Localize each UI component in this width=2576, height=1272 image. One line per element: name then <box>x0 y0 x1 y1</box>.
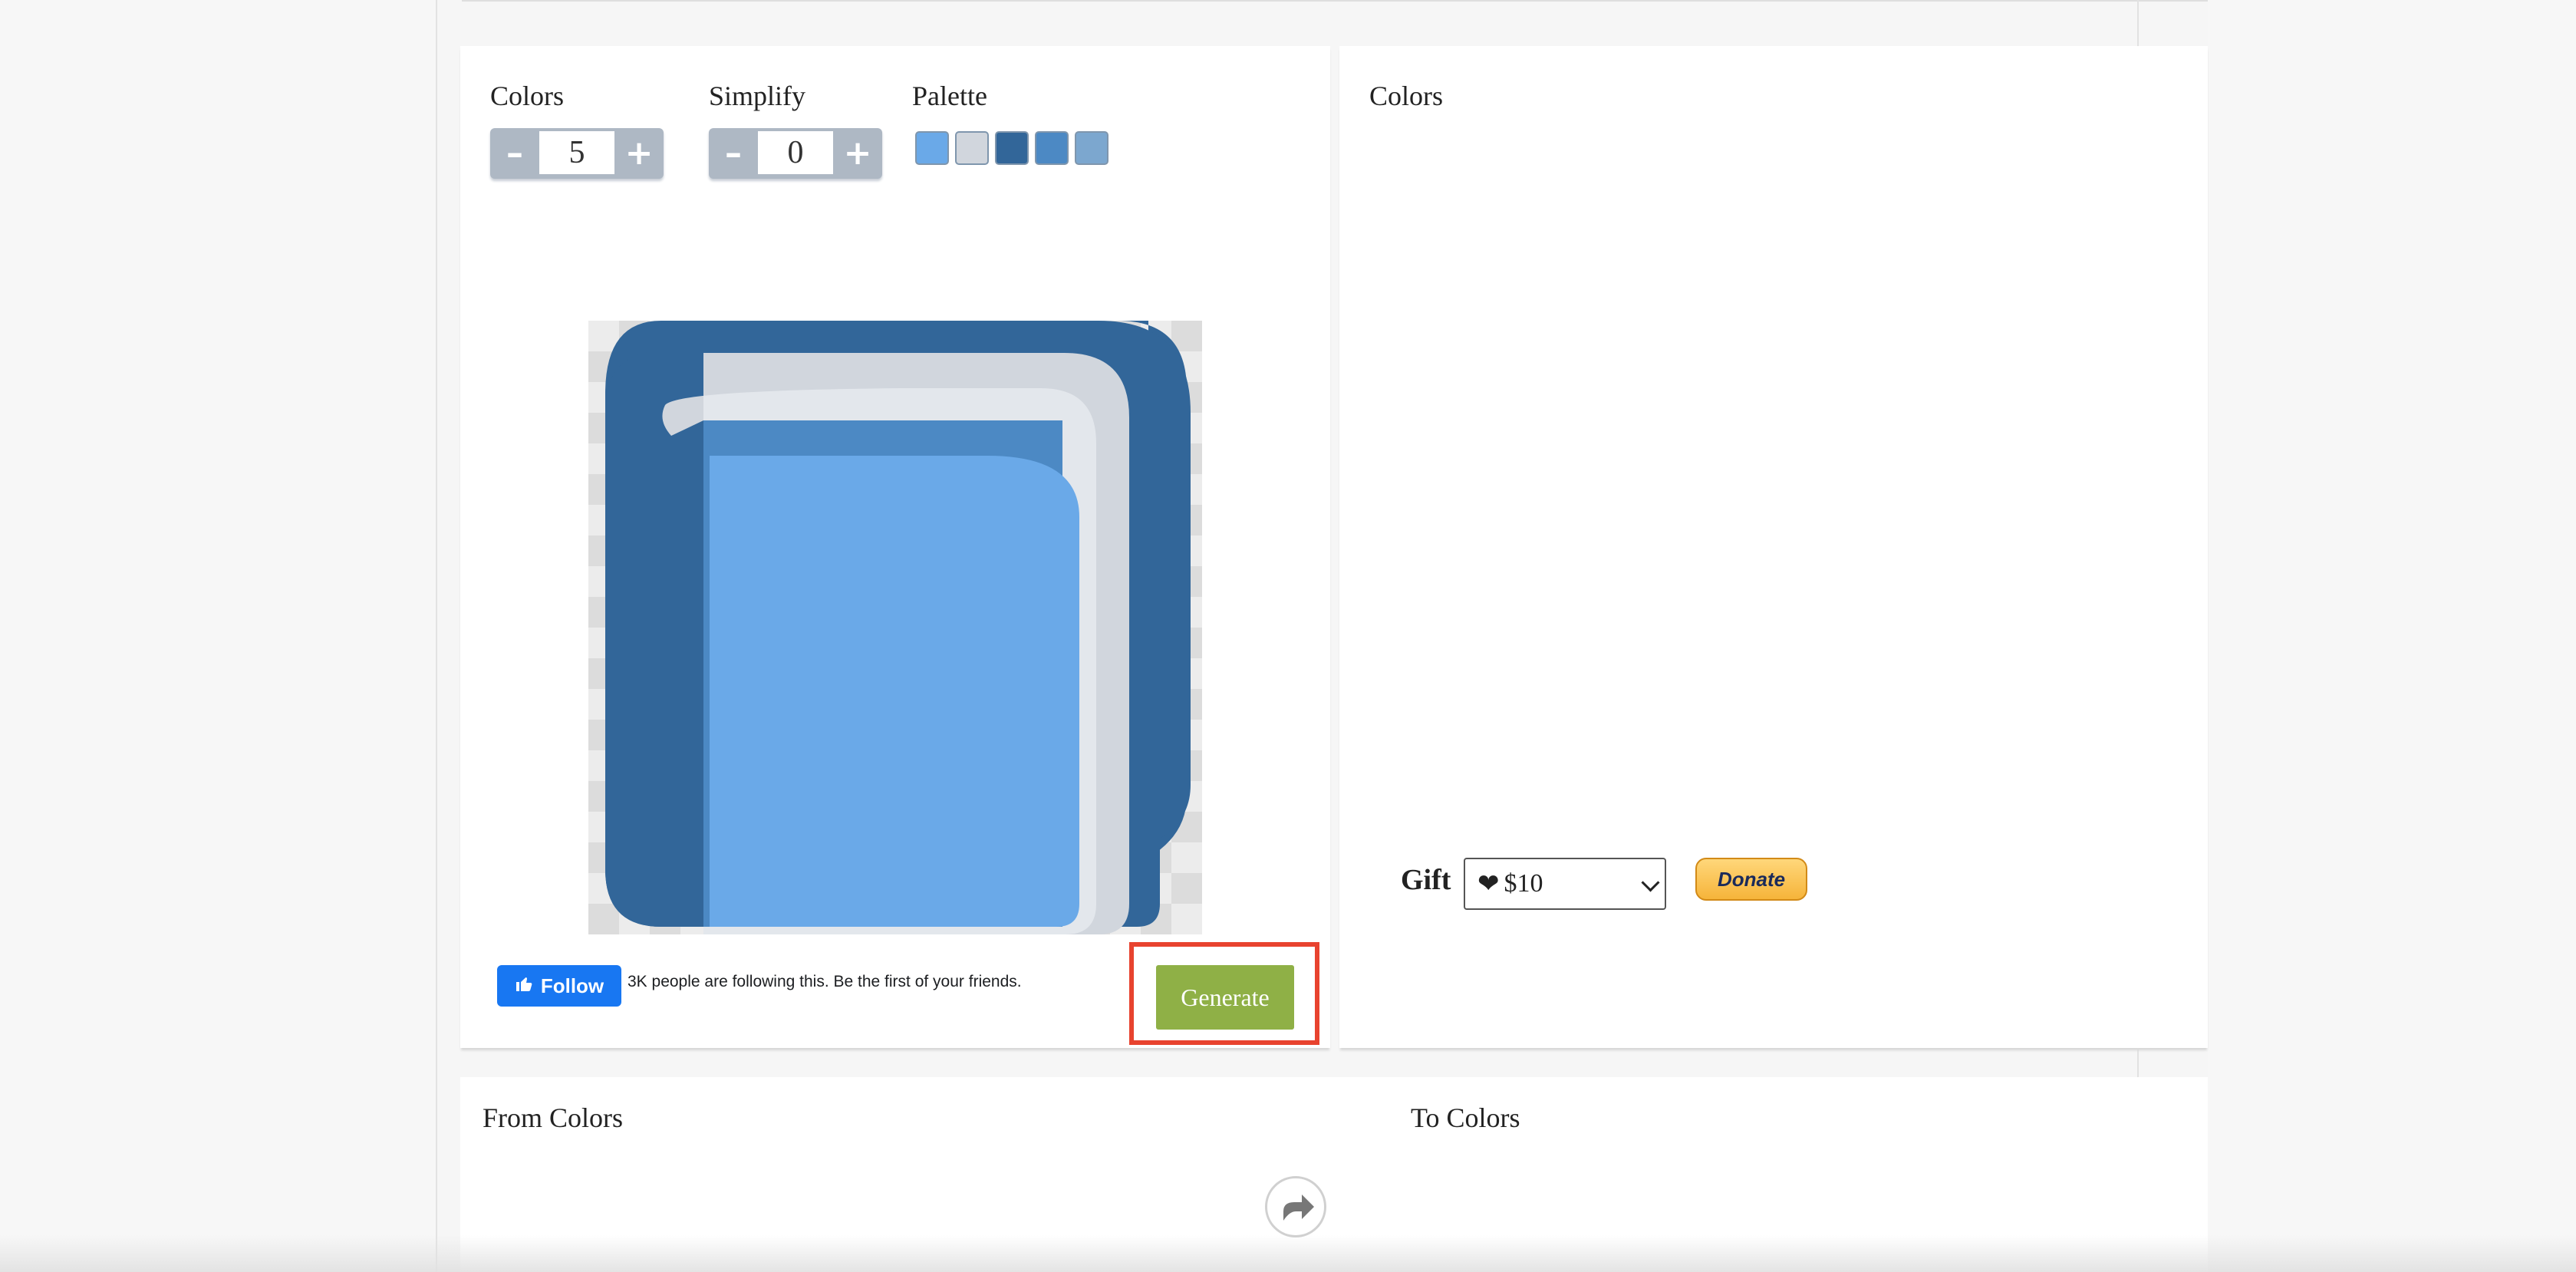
palette-swatches <box>915 131 1108 165</box>
simplify-value[interactable]: 0 <box>758 131 833 174</box>
gift-amount-value: $10 <box>1504 869 1543 898</box>
top-divider <box>462 0 2208 2</box>
colors-decrement-button[interactable]: – <box>490 128 539 179</box>
image-preview <box>588 321 1202 934</box>
generate-button[interactable]: Generate <box>1156 965 1294 1030</box>
simplify-label: Simplify <box>709 81 806 111</box>
colors-increment-button[interactable]: + <box>614 128 664 179</box>
redirect-arrow-icon <box>1283 1195 1314 1221</box>
colors-stepper: – 5 + <box>490 128 664 179</box>
gift-amount-select[interactable]: ❤ $10 <box>1464 858 1666 910</box>
donate-button[interactable]: Donate <box>1695 858 1807 901</box>
column-divider-top <box>2137 0 2139 46</box>
simplify-increment-button[interactable]: + <box>833 128 882 179</box>
colors-value[interactable]: 5 <box>539 131 614 174</box>
palette-label: Palette <box>912 81 987 111</box>
swatch-dark-blue[interactable] <box>995 131 1029 165</box>
column-divider-middle <box>2137 1050 2139 1077</box>
bottom-fade <box>0 1235 2576 1272</box>
follow-count-text: 3K people are following this. Be the fir… <box>628 973 1022 990</box>
gift-label: Gift <box>1401 864 1451 896</box>
colors-label: Colors <box>490 81 565 111</box>
swatch-light-blue[interactable] <box>915 131 949 165</box>
swatch-light-gray[interactable] <box>955 131 989 165</box>
page-left-margin <box>0 0 436 1272</box>
heart-icon: ❤ <box>1477 870 1500 898</box>
page-right-margin <box>2208 0 2576 1272</box>
colors-panel-title: Colors <box>1369 81 1444 111</box>
simplify-stepper: – 0 + <box>709 128 882 179</box>
swap-colors-button[interactable] <box>1265 1176 1326 1237</box>
to-colors-title: To Colors <box>1411 1102 1520 1133</box>
chevron-down-icon <box>1641 873 1660 892</box>
swatch-mid-blue[interactable] <box>1035 131 1069 165</box>
swatch-soft-blue[interactable] <box>1075 131 1108 165</box>
from-colors-title: From Colors <box>483 1102 624 1133</box>
simplify-decrement-button[interactable]: – <box>709 128 758 179</box>
follow-label: Follow <box>540 974 604 997</box>
facebook-follow-button[interactable]: Follow <box>497 965 621 1007</box>
book-icon <box>605 321 1191 934</box>
thumbs-up-icon <box>515 974 533 998</box>
